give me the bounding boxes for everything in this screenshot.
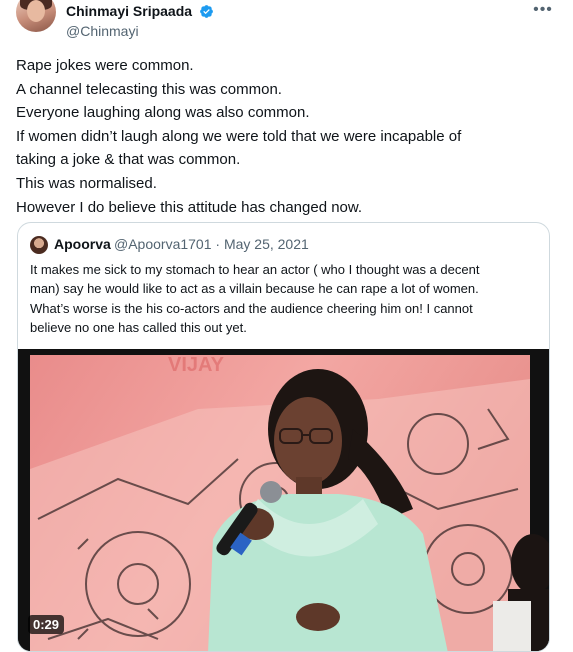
tweet-header: Chinmayi Sripaada @Chinmayi ••• [0,0,573,46]
quoted-author-avatar[interactable] [30,236,48,254]
quoted-line: What’s worse is the his co-actors and th… [30,300,473,316]
author-avatar[interactable] [16,0,56,32]
svg-text:VIJAY: VIJAY [168,354,225,376]
tweet-line: taking a joke & that was common. [16,151,241,169]
more-horizontal-icon[interactable]: ••• [531,0,555,22]
quoted-tweet-text: It makes me sick to my stomach to hear a… [30,260,540,338]
video-frame: VIJAY [18,349,549,651]
quoted-author-meta[interactable]: @Apoorva1701 · May 25, 2021 [114,236,309,252]
quoted-line: believe no one has called this out yet. [30,320,247,336]
tweet-line: This was normalised. [16,174,157,192]
author-handle[interactable]: @Chinmayi [66,23,139,39]
video-duration: 0:29 [28,615,65,634]
verified-badge-icon [200,5,213,18]
tweet-line: A channel telecasting this was common. [16,80,282,98]
tweet-line: If women didn’t laugh along we were told… [16,127,462,145]
tweet-line: However I do believe this attitude has c… [16,198,363,216]
tweet-line: Rape jokes were common. [16,57,194,74]
quoted-author-name[interactable]: Apoorva [54,236,111,252]
tweet-line: Everyone laughing along was also common. [16,104,310,122]
quoted-tweet[interactable]: Apoorva @Apoorva1701 · May 25, 2021 It m… [17,222,550,652]
quoted-line: It makes me sick to my stomach to hear a… [30,262,480,277]
video-player[interactable]: VIJAY 0:29 [18,349,549,651]
author-name[interactable]: Chinmayi Sripaada [66,3,192,19]
tweet-text: Rape jokes were common. A channel teleca… [16,54,556,219]
quoted-line: man) say he would like to act as a villa… [30,281,479,297]
